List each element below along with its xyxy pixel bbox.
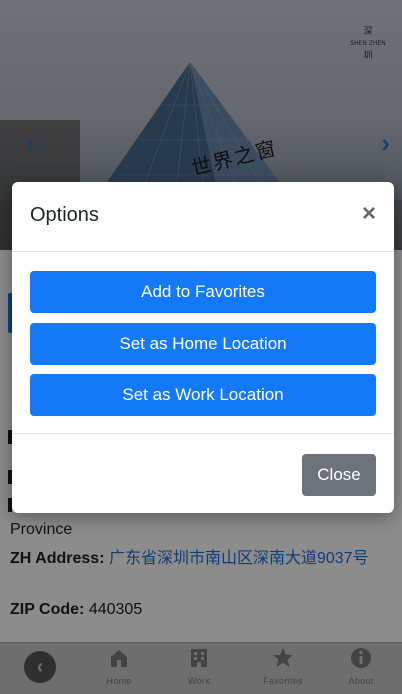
modal-title: Options [30,204,99,226]
close-button[interactable]: Close [302,454,376,496]
modal-header: Options × [12,182,394,252]
set-work-location-button[interactable]: Set as Work Location [30,374,376,416]
modal-body: Add to Favorites Set as Home Location Se… [12,252,394,434]
options-modal: Options × Add to Favorites Set as Home L… [12,182,394,513]
set-home-location-button[interactable]: Set as Home Location [30,323,376,365]
add-to-favorites-button[interactable]: Add to Favorites [30,271,376,313]
modal-footer: Close [12,434,394,513]
close-icon[interactable]: × [362,200,376,228]
